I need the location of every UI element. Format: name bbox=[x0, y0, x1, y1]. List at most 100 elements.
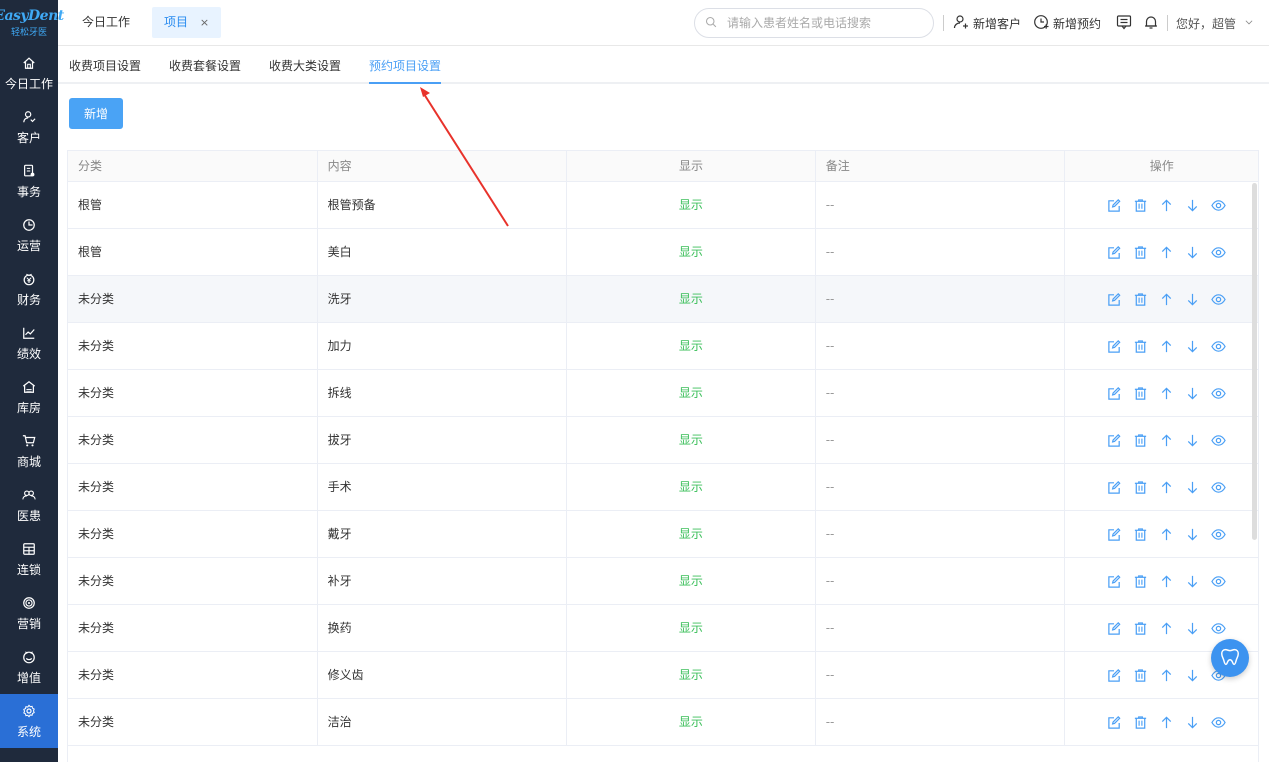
move-up-icon[interactable] bbox=[1159, 385, 1175, 401]
new-customer-button[interactable]: 新增客户 bbox=[953, 14, 1021, 32]
delete-icon[interactable] bbox=[1133, 432, 1149, 448]
move-up-icon[interactable] bbox=[1159, 714, 1175, 730]
sidebar-item-2[interactable]: 事务 bbox=[0, 154, 58, 208]
move-down-icon[interactable] bbox=[1185, 526, 1201, 542]
move-up-icon[interactable] bbox=[1159, 244, 1175, 260]
edit-icon[interactable] bbox=[1107, 291, 1123, 307]
table-row[interactable]: 未分类 补牙 显示 -- bbox=[68, 558, 1258, 605]
edit-icon[interactable] bbox=[1107, 479, 1123, 495]
move-down-icon[interactable] bbox=[1185, 291, 1201, 307]
delete-icon[interactable] bbox=[1133, 714, 1149, 730]
view-icon[interactable] bbox=[1211, 291, 1227, 307]
table-row[interactable]: 未分类 换药 显示 -- bbox=[68, 605, 1258, 652]
page-tab-project[interactable]: 项目 × bbox=[152, 7, 222, 38]
sidebar-item-1[interactable]: 客户 bbox=[0, 100, 58, 154]
move-up-icon[interactable] bbox=[1159, 197, 1175, 213]
edit-icon[interactable] bbox=[1107, 620, 1123, 636]
tab-appointment-item[interactable]: 预约项目设置 bbox=[369, 46, 442, 84]
sidebar-item-7[interactable]: 商城 bbox=[0, 424, 58, 478]
new-appointment-button[interactable]: 新增预约 bbox=[1033, 14, 1101, 32]
move-up-icon[interactable] bbox=[1159, 338, 1175, 354]
scrollbar[interactable] bbox=[1252, 183, 1257, 540]
move-down-icon[interactable] bbox=[1185, 432, 1201, 448]
table-row[interactable]: 未分类 洗牙 显示 -- bbox=[68, 276, 1258, 323]
edit-icon[interactable] bbox=[1107, 526, 1123, 542]
sidebar-item-11[interactable]: 增值 bbox=[0, 640, 58, 694]
move-up-icon[interactable] bbox=[1159, 479, 1175, 495]
move-down-icon[interactable] bbox=[1185, 620, 1201, 636]
search-input[interactable] bbox=[727, 16, 917, 30]
table-row[interactable]: 根管 根管预备 显示 -- bbox=[68, 182, 1258, 229]
move-up-icon[interactable] bbox=[1159, 620, 1175, 636]
message-button[interactable] bbox=[1116, 14, 1136, 32]
edit-icon[interactable] bbox=[1107, 385, 1123, 401]
delete-icon[interactable] bbox=[1133, 385, 1149, 401]
table-row[interactable]: 未分类 拔牙 显示 -- bbox=[68, 417, 1258, 464]
view-icon[interactable] bbox=[1211, 479, 1227, 495]
add-button[interactable]: 新增 bbox=[69, 98, 123, 129]
page-tab-today[interactable]: 今日工作 bbox=[70, 7, 142, 38]
move-up-icon[interactable] bbox=[1159, 667, 1175, 683]
edit-icon[interactable] bbox=[1107, 714, 1123, 730]
view-icon[interactable] bbox=[1211, 714, 1227, 730]
tab-charge-item[interactable]: 收费项目设置 bbox=[69, 46, 141, 84]
tab-charge-package[interactable]: 收费套餐设置 bbox=[169, 46, 241, 84]
table-row[interactable]: 未分类 加力 显示 -- bbox=[68, 323, 1258, 370]
sidebar-item-3[interactable]: 运营 bbox=[0, 208, 58, 262]
move-down-icon[interactable] bbox=[1185, 385, 1201, 401]
sidebar-item-12[interactable]: 系统 bbox=[0, 694, 58, 748]
sidebar-item-6[interactable]: 库房 bbox=[0, 370, 58, 424]
move-down-icon[interactable] bbox=[1185, 573, 1201, 589]
edit-icon[interactable] bbox=[1107, 667, 1123, 683]
move-down-icon[interactable] bbox=[1185, 244, 1201, 260]
move-down-icon[interactable] bbox=[1185, 338, 1201, 354]
delete-icon[interactable] bbox=[1133, 526, 1149, 542]
delete-icon[interactable] bbox=[1133, 338, 1149, 354]
table-row[interactable]: 未分类 戴牙 显示 -- bbox=[68, 511, 1258, 558]
search-box[interactable] bbox=[694, 8, 934, 38]
move-up-icon[interactable] bbox=[1159, 291, 1175, 307]
view-icon[interactable] bbox=[1211, 385, 1227, 401]
delete-icon[interactable] bbox=[1133, 244, 1149, 260]
delete-icon[interactable] bbox=[1133, 573, 1149, 589]
view-icon[interactable] bbox=[1211, 197, 1227, 213]
edit-icon[interactable] bbox=[1107, 244, 1123, 260]
tab-charge-category[interactable]: 收费大类设置 bbox=[269, 46, 341, 84]
edit-icon[interactable] bbox=[1107, 338, 1123, 354]
table-row[interactable]: 未分类 手术 显示 -- bbox=[68, 464, 1258, 511]
move-down-icon[interactable] bbox=[1185, 714, 1201, 730]
view-icon[interactable] bbox=[1211, 620, 1227, 636]
sidebar-item-0[interactable]: 今日工作 bbox=[0, 46, 58, 100]
edit-icon[interactable] bbox=[1107, 197, 1123, 213]
move-up-icon[interactable] bbox=[1159, 573, 1175, 589]
move-up-icon[interactable] bbox=[1159, 526, 1175, 542]
assistant-button[interactable] bbox=[1211, 639, 1249, 677]
view-icon[interactable] bbox=[1211, 573, 1227, 589]
delete-icon[interactable] bbox=[1133, 479, 1149, 495]
delete-icon[interactable] bbox=[1133, 197, 1149, 213]
logo[interactable]: EasyDent 轻松牙医 bbox=[0, 0, 64, 46]
user-menu[interactable]: 您好，超管 bbox=[1176, 14, 1258, 32]
move-up-icon[interactable] bbox=[1159, 432, 1175, 448]
sidebar-item-9[interactable]: 连锁 bbox=[0, 532, 58, 586]
view-icon[interactable] bbox=[1211, 526, 1227, 542]
view-icon[interactable] bbox=[1211, 432, 1227, 448]
delete-icon[interactable] bbox=[1133, 667, 1149, 683]
move-down-icon[interactable] bbox=[1185, 197, 1201, 213]
close-icon[interactable]: × bbox=[200, 16, 209, 29]
sidebar-item-5[interactable]: 绩效 bbox=[0, 316, 58, 370]
delete-icon[interactable] bbox=[1133, 620, 1149, 636]
sidebar-item-4[interactable]: 财务 bbox=[0, 262, 58, 316]
table-row[interactable]: 未分类 洁治 显示 -- bbox=[68, 699, 1258, 746]
table-row[interactable]: 未分类 修义齿 显示 -- bbox=[68, 652, 1258, 699]
sidebar-item-10[interactable]: 营销 bbox=[0, 586, 58, 640]
edit-icon[interactable] bbox=[1107, 432, 1123, 448]
table-row[interactable]: 未分类 拆线 显示 -- bbox=[68, 370, 1258, 417]
table-row[interactable]: 根管 美白 显示 -- bbox=[68, 229, 1258, 276]
delete-icon[interactable] bbox=[1133, 291, 1149, 307]
move-down-icon[interactable] bbox=[1185, 479, 1201, 495]
edit-icon[interactable] bbox=[1107, 573, 1123, 589]
move-down-icon[interactable] bbox=[1185, 667, 1201, 683]
notification-button[interactable] bbox=[1143, 14, 1163, 32]
view-icon[interactable] bbox=[1211, 338, 1227, 354]
